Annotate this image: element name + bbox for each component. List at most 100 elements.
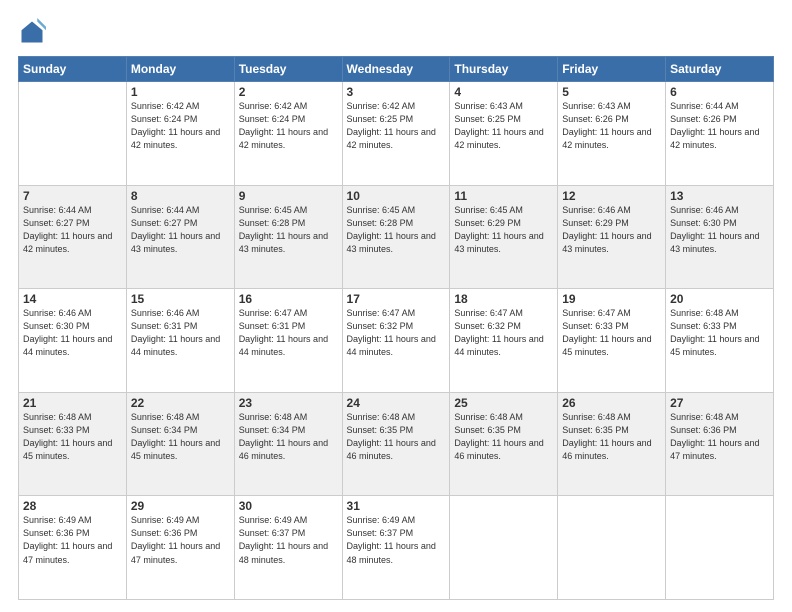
sun-info: Sunrise: 6:48 AMSunset: 6:34 PMDaylight:… — [239, 411, 338, 463]
calendar-week-row: 7Sunrise: 6:44 AMSunset: 6:27 PMDaylight… — [19, 185, 774, 289]
sun-info: Sunrise: 6:44 AMSunset: 6:27 PMDaylight:… — [23, 204, 122, 256]
calendar-cell: 26Sunrise: 6:48 AMSunset: 6:35 PMDayligh… — [558, 392, 666, 496]
sun-info: Sunrise: 6:47 AMSunset: 6:33 PMDaylight:… — [562, 307, 661, 359]
day-number: 18 — [454, 292, 553, 306]
calendar-cell: 12Sunrise: 6:46 AMSunset: 6:29 PMDayligh… — [558, 185, 666, 289]
sun-info: Sunrise: 6:44 AMSunset: 6:27 PMDaylight:… — [131, 204, 230, 256]
sun-info: Sunrise: 6:45 AMSunset: 6:28 PMDaylight:… — [239, 204, 338, 256]
calendar-cell: 18Sunrise: 6:47 AMSunset: 6:32 PMDayligh… — [450, 289, 558, 393]
day-number: 17 — [347, 292, 446, 306]
weekday-header-friday: Friday — [558, 57, 666, 82]
calendar-cell: 3Sunrise: 6:42 AMSunset: 6:25 PMDaylight… — [342, 82, 450, 186]
calendar-cell: 13Sunrise: 6:46 AMSunset: 6:30 PMDayligh… — [666, 185, 774, 289]
logo — [18, 18, 50, 46]
sun-info: Sunrise: 6:45 AMSunset: 6:29 PMDaylight:… — [454, 204, 553, 256]
day-number: 29 — [131, 499, 230, 513]
calendar-week-row: 1Sunrise: 6:42 AMSunset: 6:24 PMDaylight… — [19, 82, 774, 186]
calendar-cell: 15Sunrise: 6:46 AMSunset: 6:31 PMDayligh… — [126, 289, 234, 393]
day-number: 19 — [562, 292, 661, 306]
sun-info: Sunrise: 6:48 AMSunset: 6:35 PMDaylight:… — [454, 411, 553, 463]
page: SundayMondayTuesdayWednesdayThursdayFrid… — [0, 0, 792, 612]
day-number: 13 — [670, 189, 769, 203]
weekday-header-monday: Monday — [126, 57, 234, 82]
weekday-header-thursday: Thursday — [450, 57, 558, 82]
calendar-table: SundayMondayTuesdayWednesdayThursdayFrid… — [18, 56, 774, 600]
day-number: 3 — [347, 85, 446, 99]
calendar-cell: 9Sunrise: 6:45 AMSunset: 6:28 PMDaylight… — [234, 185, 342, 289]
sun-info: Sunrise: 6:49 AMSunset: 6:36 PMDaylight:… — [23, 514, 122, 566]
day-number: 20 — [670, 292, 769, 306]
sun-info: Sunrise: 6:48 AMSunset: 6:35 PMDaylight:… — [562, 411, 661, 463]
calendar-cell: 30Sunrise: 6:49 AMSunset: 6:37 PMDayligh… — [234, 496, 342, 600]
day-number: 7 — [23, 189, 122, 203]
day-number: 25 — [454, 396, 553, 410]
calendar-cell: 24Sunrise: 6:48 AMSunset: 6:35 PMDayligh… — [342, 392, 450, 496]
day-number: 10 — [347, 189, 446, 203]
calendar-cell: 6Sunrise: 6:44 AMSunset: 6:26 PMDaylight… — [666, 82, 774, 186]
day-number: 22 — [131, 396, 230, 410]
calendar-cell — [666, 496, 774, 600]
day-number: 23 — [239, 396, 338, 410]
logo-icon — [18, 18, 46, 46]
calendar-cell: 16Sunrise: 6:47 AMSunset: 6:31 PMDayligh… — [234, 289, 342, 393]
calendar-cell: 23Sunrise: 6:48 AMSunset: 6:34 PMDayligh… — [234, 392, 342, 496]
sun-info: Sunrise: 6:49 AMSunset: 6:37 PMDaylight:… — [347, 514, 446, 566]
calendar-cell: 10Sunrise: 6:45 AMSunset: 6:28 PMDayligh… — [342, 185, 450, 289]
sun-info: Sunrise: 6:42 AMSunset: 6:24 PMDaylight:… — [239, 100, 338, 152]
weekday-header-wednesday: Wednesday — [342, 57, 450, 82]
weekday-header-sunday: Sunday — [19, 57, 127, 82]
calendar-cell: 1Sunrise: 6:42 AMSunset: 6:24 PMDaylight… — [126, 82, 234, 186]
day-number: 8 — [131, 189, 230, 203]
day-number: 2 — [239, 85, 338, 99]
sun-info: Sunrise: 6:48 AMSunset: 6:33 PMDaylight:… — [670, 307, 769, 359]
calendar-week-row: 21Sunrise: 6:48 AMSunset: 6:33 PMDayligh… — [19, 392, 774, 496]
calendar-cell: 29Sunrise: 6:49 AMSunset: 6:36 PMDayligh… — [126, 496, 234, 600]
calendar-cell: 5Sunrise: 6:43 AMSunset: 6:26 PMDaylight… — [558, 82, 666, 186]
day-number: 15 — [131, 292, 230, 306]
weekday-header-tuesday: Tuesday — [234, 57, 342, 82]
sun-info: Sunrise: 6:48 AMSunset: 6:33 PMDaylight:… — [23, 411, 122, 463]
calendar-cell: 7Sunrise: 6:44 AMSunset: 6:27 PMDaylight… — [19, 185, 127, 289]
day-number: 5 — [562, 85, 661, 99]
day-number: 6 — [670, 85, 769, 99]
day-number: 4 — [454, 85, 553, 99]
weekday-header-saturday: Saturday — [666, 57, 774, 82]
sun-info: Sunrise: 6:47 AMSunset: 6:32 PMDaylight:… — [454, 307, 553, 359]
calendar-cell: 31Sunrise: 6:49 AMSunset: 6:37 PMDayligh… — [342, 496, 450, 600]
calendar-cell — [19, 82, 127, 186]
sun-info: Sunrise: 6:42 AMSunset: 6:25 PMDaylight:… — [347, 100, 446, 152]
day-number: 14 — [23, 292, 122, 306]
sun-info: Sunrise: 6:46 AMSunset: 6:30 PMDaylight:… — [670, 204, 769, 256]
sun-info: Sunrise: 6:49 AMSunset: 6:37 PMDaylight:… — [239, 514, 338, 566]
sun-info: Sunrise: 6:47 AMSunset: 6:31 PMDaylight:… — [239, 307, 338, 359]
calendar-cell — [558, 496, 666, 600]
calendar-cell: 22Sunrise: 6:48 AMSunset: 6:34 PMDayligh… — [126, 392, 234, 496]
calendar-cell: 28Sunrise: 6:49 AMSunset: 6:36 PMDayligh… — [19, 496, 127, 600]
sun-info: Sunrise: 6:42 AMSunset: 6:24 PMDaylight:… — [131, 100, 230, 152]
sun-info: Sunrise: 6:44 AMSunset: 6:26 PMDaylight:… — [670, 100, 769, 152]
calendar-cell: 8Sunrise: 6:44 AMSunset: 6:27 PMDaylight… — [126, 185, 234, 289]
sun-info: Sunrise: 6:47 AMSunset: 6:32 PMDaylight:… — [347, 307, 446, 359]
sun-info: Sunrise: 6:45 AMSunset: 6:28 PMDaylight:… — [347, 204, 446, 256]
sun-info: Sunrise: 6:46 AMSunset: 6:31 PMDaylight:… — [131, 307, 230, 359]
sun-info: Sunrise: 6:48 AMSunset: 6:36 PMDaylight:… — [670, 411, 769, 463]
sun-info: Sunrise: 6:43 AMSunset: 6:26 PMDaylight:… — [562, 100, 661, 152]
day-number: 30 — [239, 499, 338, 513]
day-number: 24 — [347, 396, 446, 410]
day-number: 26 — [562, 396, 661, 410]
day-number: 31 — [347, 499, 446, 513]
day-number: 11 — [454, 189, 553, 203]
day-number: 27 — [670, 396, 769, 410]
day-number: 1 — [131, 85, 230, 99]
day-number: 9 — [239, 189, 338, 203]
calendar-cell: 4Sunrise: 6:43 AMSunset: 6:25 PMDaylight… — [450, 82, 558, 186]
weekday-header-row: SundayMondayTuesdayWednesdayThursdayFrid… — [19, 57, 774, 82]
sun-info: Sunrise: 6:49 AMSunset: 6:36 PMDaylight:… — [131, 514, 230, 566]
calendar-cell: 27Sunrise: 6:48 AMSunset: 6:36 PMDayligh… — [666, 392, 774, 496]
calendar-cell: 20Sunrise: 6:48 AMSunset: 6:33 PMDayligh… — [666, 289, 774, 393]
day-number: 16 — [239, 292, 338, 306]
sun-info: Sunrise: 6:48 AMSunset: 6:34 PMDaylight:… — [131, 411, 230, 463]
calendar-week-row: 14Sunrise: 6:46 AMSunset: 6:30 PMDayligh… — [19, 289, 774, 393]
calendar-cell — [450, 496, 558, 600]
calendar-cell: 11Sunrise: 6:45 AMSunset: 6:29 PMDayligh… — [450, 185, 558, 289]
